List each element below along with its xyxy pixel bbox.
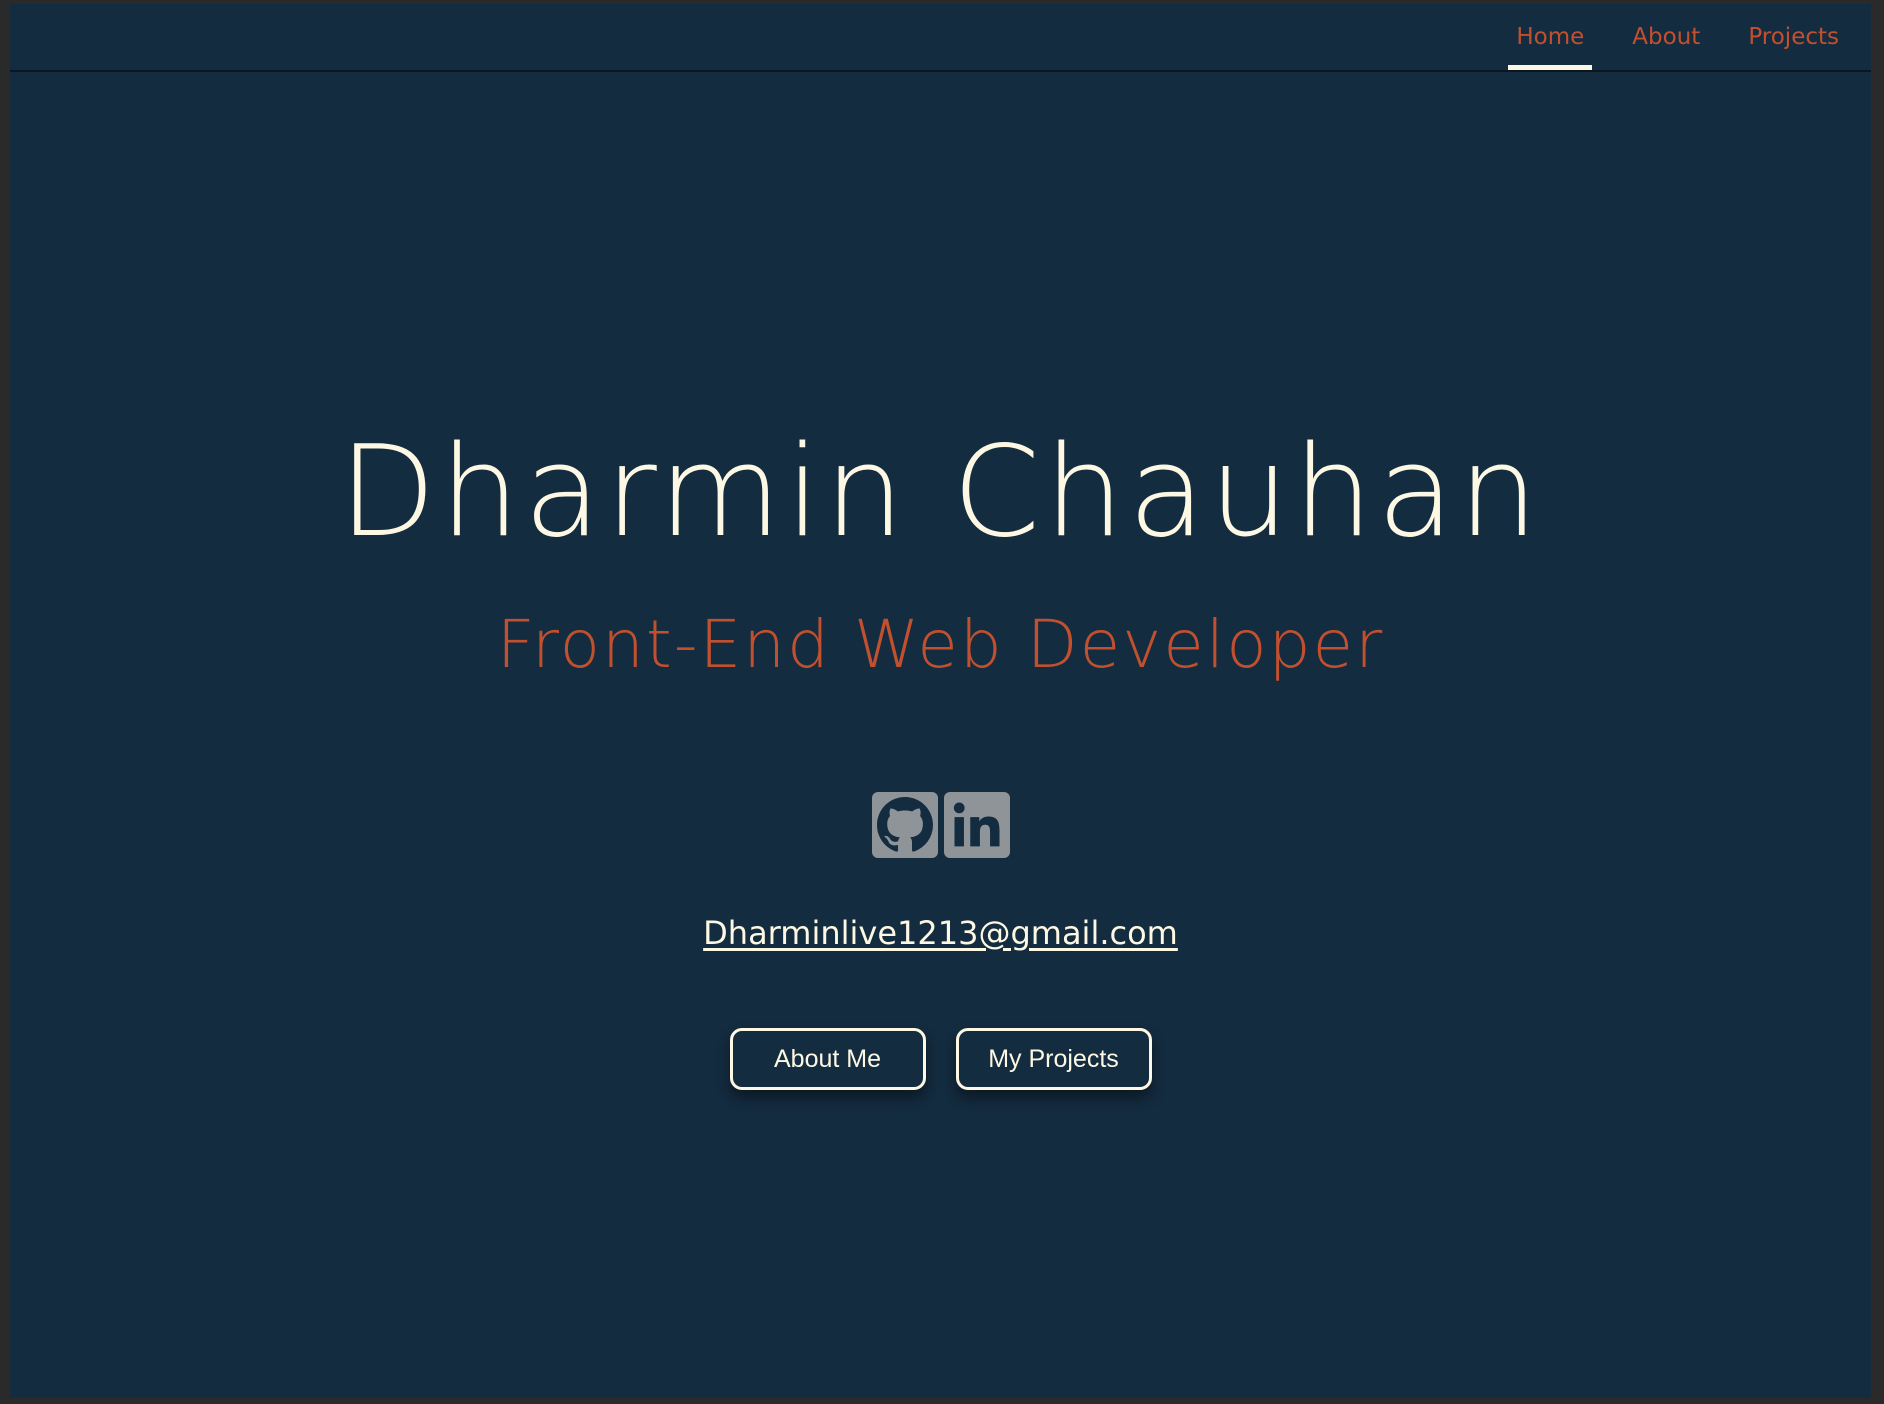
linkedin-icon [953, 802, 999, 847]
email-container: Dharminlive1213@gmail.com [10, 914, 1871, 952]
github-link[interactable] [871, 792, 938, 858]
email-link[interactable]: Dharminlive1213@gmail.com [703, 914, 1178, 952]
hero-section: Dharmin Chauhan Front-End Web Developer … [10, 4, 1871, 1398]
hero-name: Dharmin Chauhan [338, 418, 1543, 565]
github-icon [876, 797, 933, 852]
my-projects-button[interactable]: My Projects [955, 1028, 1152, 1090]
page-frame: Home About Projects Dharmin Chauhan Fron… [10, 4, 1871, 1398]
cta-buttons: About Me My Projects [10, 1028, 1871, 1090]
hero-role: Front-End Web Developer [496, 606, 1385, 683]
linkedin-link[interactable] [943, 792, 1010, 858]
social-links [10, 792, 1871, 858]
about-me-button[interactable]: About Me [729, 1028, 926, 1090]
